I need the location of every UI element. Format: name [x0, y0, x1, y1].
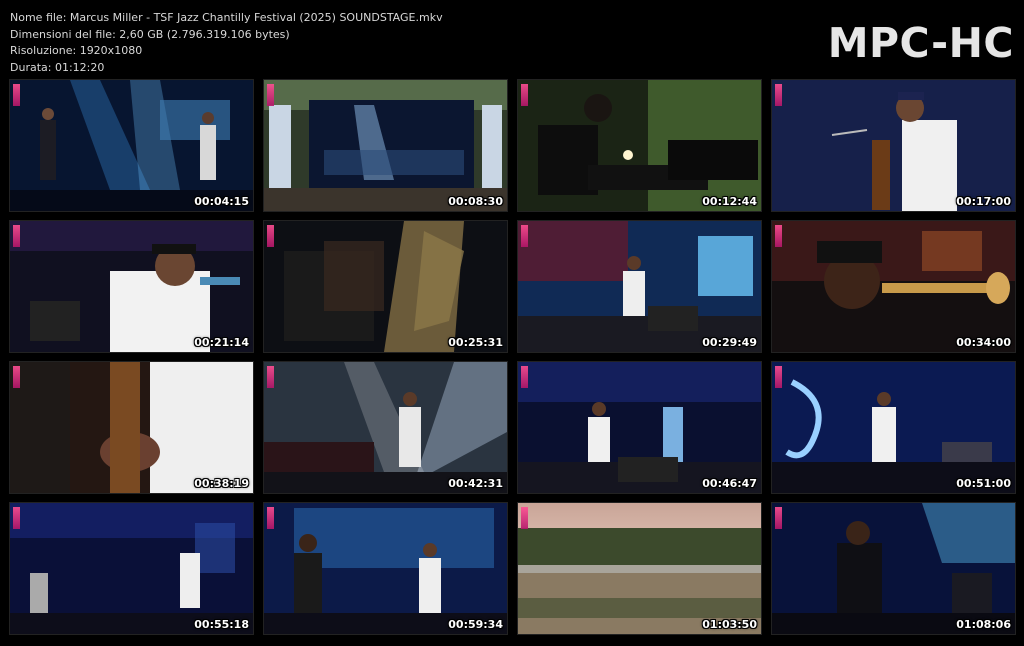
video-thumbnail: 00:29:49 [517, 220, 762, 353]
thumbnail-timestamp: 00:29:49 [702, 336, 757, 349]
video-thumbnail: 00:55:18 [9, 502, 254, 635]
thumbnail-timestamp: 00:42:31 [448, 477, 503, 490]
video-thumbnail: 00:17:00 [771, 79, 1016, 212]
channel-logo-icon [775, 507, 782, 529]
channel-logo-icon [521, 225, 528, 247]
file-info: Nome file: Marcus Miller - TSF Jazz Chan… [10, 10, 443, 76]
thumbnail-grid: 00:04:15 00:08:30 00:12:44 00:17:00 00:2… [9, 79, 1016, 635]
video-thumbnail: 00:42:31 [263, 361, 508, 494]
channel-logo-icon [13, 366, 20, 388]
channel-logo-icon [267, 84, 274, 106]
channel-logo-icon [775, 366, 782, 388]
file-name-line: Nome file: Marcus Miller - TSF Jazz Chan… [10, 11, 443, 24]
thumbnail-timestamp: 00:46:47 [702, 477, 757, 490]
video-thumbnail: 00:25:31 [263, 220, 508, 353]
channel-logo-icon [521, 84, 528, 106]
thumbnail-timestamp: 00:59:34 [448, 618, 503, 631]
resolution-line: Risoluzione: 1920x1080 [10, 44, 143, 57]
video-thumbnail: 01:08:06 [771, 502, 1016, 635]
channel-logo-icon [775, 225, 782, 247]
video-thumbnail: 00:46:47 [517, 361, 762, 494]
channel-logo-icon [13, 84, 20, 106]
thumbnail-timestamp: 00:21:14 [194, 336, 249, 349]
channel-logo-icon [267, 507, 274, 529]
video-thumbnail: 00:08:30 [263, 79, 508, 212]
thumbnail-timestamp: 00:17:00 [956, 195, 1011, 208]
thumbnail-timestamp: 00:08:30 [448, 195, 503, 208]
channel-logo-icon [267, 225, 274, 247]
video-thumbnail: 00:59:34 [263, 502, 508, 635]
video-thumbnail: 00:38:19 [9, 361, 254, 494]
thumbnail-timestamp: 00:12:44 [702, 195, 757, 208]
thumbnail-timestamp: 00:25:31 [448, 336, 503, 349]
thumbnail-timestamp: 00:55:18 [194, 618, 249, 631]
video-thumbnail: 01:03:50 [517, 502, 762, 635]
video-thumbnail: 00:51:00 [771, 361, 1016, 494]
mpc-hc-logo: MPC-HC [827, 19, 1014, 67]
thumbnail-timestamp: 00:38:19 [194, 477, 249, 490]
channel-logo-icon [521, 507, 528, 529]
channel-logo-icon [13, 507, 20, 529]
channel-logo-icon [775, 84, 782, 106]
thumbnail-timestamp: 00:34:00 [956, 336, 1011, 349]
file-size-line: Dimensioni del file: 2,60 GB (2.796.319.… [10, 27, 290, 41]
video-thumbnail: 00:12:44 [517, 79, 762, 212]
thumbnail-timestamp: 00:51:00 [956, 477, 1011, 490]
video-thumbnail: 00:34:00 [771, 220, 1016, 353]
video-thumbnail: 00:21:14 [9, 220, 254, 353]
thumbnail-timestamp: 01:03:50 [702, 618, 757, 631]
thumbnail-timestamp: 00:04:15 [194, 195, 249, 208]
duration-line: Durata: 01:12:20 [10, 60, 105, 74]
thumbnail-timestamp: 01:08:06 [956, 618, 1011, 631]
video-thumbnail: 00:04:15 [9, 79, 254, 212]
channel-logo-icon [13, 225, 20, 247]
channel-logo-icon [267, 366, 274, 388]
channel-logo-icon [521, 366, 528, 388]
